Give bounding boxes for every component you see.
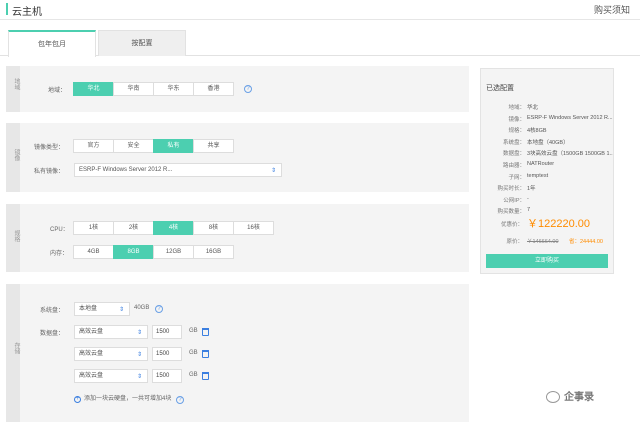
select-arrow-icon: ⇕ bbox=[136, 374, 142, 380]
original-price-label: 原价： bbox=[506, 239, 523, 245]
private-image-label: 私有镜像： bbox=[34, 169, 65, 175]
image-type-official[interactable]: 官方 bbox=[73, 139, 114, 153]
add-disk-help-icon[interactable]: ? bbox=[176, 396, 185, 404]
summary-rows: 地域： 华北 镜像： ESRP-F Windows Server 2012 R...… bbox=[481, 103, 615, 219]
add-circle-icon: + bbox=[74, 396, 81, 403]
data-disk-type-select[interactable]: 高效云盘 ⇕ bbox=[74, 325, 148, 339]
trash-icon[interactable] bbox=[202, 372, 209, 380]
region-option-hongkong[interactable]: 香港 bbox=[193, 82, 234, 96]
storage-side-label: 存储 bbox=[6, 284, 20, 422]
select-arrow-icon: ⇕ bbox=[136, 330, 142, 336]
system-disk-size: 40GB bbox=[134, 305, 150, 311]
watermark-text: 企事录 bbox=[564, 392, 594, 403]
region-label: 地域： bbox=[48, 88, 67, 94]
data-disk-unit: GB bbox=[189, 328, 198, 334]
select-arrow-icon: ⇕ bbox=[118, 307, 124, 313]
cpu-option-2[interactable]: 2核 bbox=[113, 221, 154, 235]
summary-row: 系统盘： 本地盘（40GB） bbox=[502, 139, 569, 146]
trash-icon[interactable] bbox=[202, 328, 209, 336]
private-image-value: ESRP-F Windows Server 2012 R... bbox=[79, 167, 173, 173]
image-type-private[interactable]: 私有 bbox=[153, 139, 194, 153]
wechat-logo-icon bbox=[546, 391, 560, 404]
memory-option-4gb[interactable]: 4GB bbox=[73, 245, 114, 259]
cpu-option-4[interactable]: 4核 bbox=[153, 221, 194, 235]
system-disk-help-icon[interactable]: ? bbox=[155, 305, 163, 313]
data-disk-unit: GB bbox=[189, 350, 198, 356]
data-disk-size-input[interactable]: 1500 bbox=[152, 347, 182, 361]
selected-config-summary: 已选配置 地域： 华北 镜像： ESRP-F Windows Server 2012… bbox=[480, 68, 614, 274]
data-disk-label: 数据盘： bbox=[40, 331, 65, 337]
original-price: ￥146664.00 bbox=[527, 239, 559, 245]
add-cloud-disk-text: 添加一块云硬盘，一共可增加4块 bbox=[84, 396, 172, 402]
image-panel: 镜像 镜像类型： 官方 安全 私有 共享 私有镜像： ESRP-F Window… bbox=[6, 123, 469, 192]
tab-yearly-monthly[interactable]: 包年包月 bbox=[8, 30, 96, 57]
title-accent bbox=[6, 3, 8, 15]
top-bar: 云主机 购买须知 bbox=[0, 0, 640, 20]
region-option-north[interactable]: 华北 bbox=[73, 82, 114, 96]
summary-row: 地域： 华北 bbox=[508, 105, 539, 111]
memory-label: 内存： bbox=[50, 251, 69, 257]
memory-option-8gb[interactable]: 8GB bbox=[113, 245, 154, 259]
cpu-option-8[interactable]: 8核 bbox=[193, 221, 234, 235]
private-image-select[interactable]: ESRP-F Windows Server 2012 R... ⇕ bbox=[74, 163, 282, 177]
image-type-options: 官方 安全 私有 共享 bbox=[73, 139, 234, 153]
region-side-label: 地域 bbox=[6, 66, 20, 112]
spec-panel: 规格 CPU： 1核 2核 4核 8核 16核 内存： 4GB 8GB 12GB… bbox=[6, 204, 469, 272]
cpu-option-1[interactable]: 1核 bbox=[73, 221, 114, 235]
data-disk-size-input[interactable]: 1500 bbox=[152, 325, 182, 339]
trash-icon[interactable] bbox=[202, 350, 209, 358]
savings-amount: 省：24444.00 bbox=[569, 239, 603, 245]
image-type-secure[interactable]: 安全 bbox=[113, 139, 154, 153]
image-type-label: 镜像类型： bbox=[34, 145, 65, 151]
spec-side-label: 规格 bbox=[6, 204, 20, 272]
data-disk-type: 高效云盘 bbox=[79, 351, 104, 357]
image-type-shared[interactable]: 共享 bbox=[193, 139, 234, 153]
page-title: 云主机 bbox=[12, 7, 42, 18]
storage-panel: 存储 系统盘： 本地盘 ⇕ 40GB ? 数据盘： 高效云盘 ⇕ 1500 GB… bbox=[6, 284, 469, 422]
summary-row: 购买时长： 1年 bbox=[497, 186, 536, 193]
watermark: 企事录 bbox=[546, 388, 594, 404]
system-disk-select[interactable]: 本地盘 ⇕ bbox=[74, 302, 130, 316]
data-disk-size-input[interactable]: 1500 bbox=[152, 369, 182, 383]
billing-tabs: 包年包月 按配置 bbox=[0, 30, 640, 57]
purchase-notice-link[interactable]: 购买须知 bbox=[594, 3, 630, 16]
memory-option-16gb[interactable]: 16GB bbox=[193, 245, 234, 259]
cpu-options: 1核 2核 4核 8核 16核 bbox=[73, 221, 274, 235]
select-arrow-icon: ⇕ bbox=[136, 352, 142, 358]
summary-row: 镜像： ESRP-F Windows Server 2012 R... bbox=[508, 114, 613, 123]
data-disk-type: 高效云盘 bbox=[79, 373, 104, 379]
data-disk-type: 高效云盘 bbox=[79, 329, 104, 335]
select-arrow-icon: ⇕ bbox=[270, 168, 276, 174]
region-option-east[interactable]: 华东 bbox=[153, 82, 194, 96]
summary-row: 数据盘： 3块高效云盘（1500GB 1500GB 1... bbox=[502, 151, 613, 158]
summary-row: 公网IP： - bbox=[503, 195, 529, 204]
memory-option-12gb[interactable]: 12GB bbox=[153, 245, 194, 259]
buy-now-button[interactable]: 立即购买 bbox=[486, 254, 608, 268]
discount-price-label: 优惠价： bbox=[500, 222, 523, 228]
region-options: 华北 华南 华东 香港 bbox=[73, 82, 234, 96]
system-disk-type: 本地盘 bbox=[79, 306, 98, 312]
cpu-option-16[interactable]: 16核 bbox=[233, 221, 274, 235]
summary-row: 规格： 4核8GB bbox=[508, 128, 547, 135]
cpu-label: CPU： bbox=[50, 227, 69, 233]
system-disk-label: 系统盘： bbox=[40, 308, 65, 314]
add-cloud-disk-link[interactable]: + 添加一块云硬盘，一共可增加4块 ? bbox=[74, 393, 185, 404]
discount-price: ￥122220.00 bbox=[527, 218, 590, 230]
summary-row: 路由器： NATRouter bbox=[502, 160, 555, 169]
region-panel: 地域 地域： 华北 华南 华东 香港 ? bbox=[6, 66, 469, 112]
data-disk-unit: GB bbox=[189, 372, 198, 378]
data-disk-type-select[interactable]: 高效云盘 ⇕ bbox=[74, 347, 148, 361]
data-disk-type-select[interactable]: 高效云盘 ⇕ bbox=[74, 369, 148, 383]
summary-title: 已选配置 bbox=[486, 85, 514, 92]
summary-row: 子网： temptest bbox=[508, 172, 549, 181]
memory-options: 4GB 8GB 12GB 16GB bbox=[73, 245, 234, 259]
region-help-icon[interactable]: ? bbox=[244, 85, 252, 93]
tab-by-config[interactable]: 按配置 bbox=[98, 30, 186, 56]
region-option-south[interactable]: 华南 bbox=[113, 82, 154, 96]
image-side-label: 镜像 bbox=[6, 123, 20, 192]
